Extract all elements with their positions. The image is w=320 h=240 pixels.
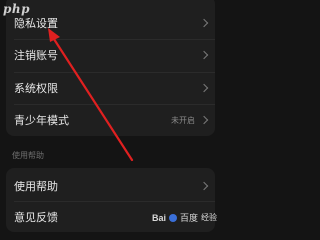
- baidu-suffix: 经验: [201, 213, 217, 222]
- baidu-brand: Bai: [151, 212, 166, 223]
- baidu-watermark: Bai 百度 经验: [151, 211, 217, 225]
- paw-icon: [168, 213, 177, 222]
- annotation-arrow-icon: [48, 28, 134, 162]
- baidu-brand-cn: 百度: [179, 214, 198, 224]
